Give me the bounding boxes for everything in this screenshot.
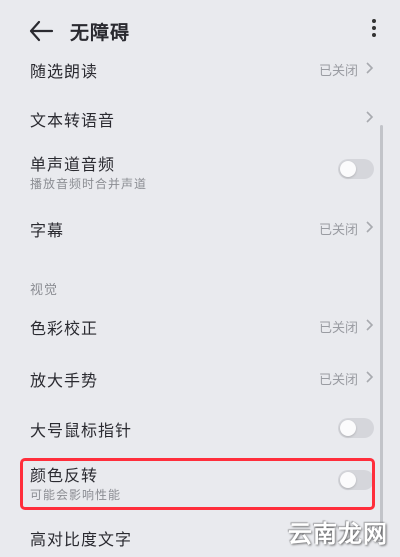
setting-value: 已关闭: [318, 321, 358, 336]
setting-select-to-speak[interactable]: 随选朗读 已关闭: [0, 52, 400, 84]
setting-magnification[interactable]: 放大手势 已关闭: [0, 360, 400, 396]
scrollbar[interactable]: [380, 125, 383, 543]
setting-color-correction[interactable]: 色彩校正 已关闭: [0, 308, 400, 344]
setting-value: 已关闭: [318, 223, 358, 238]
setting-value: 已关闭: [318, 373, 358, 388]
watermark: 云南龙网: [288, 520, 388, 548]
highlight-box: [20, 458, 375, 510]
chevron-right-icon: [366, 62, 374, 74]
chevron-right-icon: [366, 371, 374, 383]
more-vertical-icon[interactable]: [370, 16, 378, 44]
setting-label: 字幕: [30, 221, 65, 240]
setting-label: 放大手势: [30, 371, 99, 390]
setting-large-pointer[interactable]: 大号鼠标指针: [0, 410, 400, 446]
large-pointer-toggle[interactable]: [338, 418, 374, 438]
section-header-vision: 视觉: [30, 283, 59, 298]
chevron-right-icon: [366, 111, 374, 123]
toggle-knob: [340, 420, 356, 436]
back-arrow-icon[interactable]: [28, 19, 54, 43]
chevron-right-icon: [366, 319, 374, 331]
chevron-right-icon: [366, 221, 374, 233]
setting-value: 已关闭: [318, 64, 358, 79]
setting-label: 大号鼠标指针: [30, 421, 133, 440]
setting-label: 随选朗读: [30, 62, 99, 81]
setting-label: 单声道音频: [30, 155, 116, 174]
mono-audio-toggle[interactable]: [338, 159, 374, 179]
page-title: 无障碍: [70, 22, 131, 44]
toggle-knob: [340, 161, 356, 177]
setting-captions[interactable]: 字幕 已关闭: [0, 210, 400, 246]
setting-label: 文本转语音: [30, 111, 116, 130]
setting-description: 播放音频时合并声道: [30, 177, 148, 191]
setting-label: 高对比度文字: [30, 530, 133, 549]
setting-text-to-speech[interactable]: 文本转语音: [0, 100, 400, 136]
setting-label: 色彩校正: [30, 319, 99, 338]
setting-mono-audio[interactable]: 单声道音频 播放音频时合并声道: [0, 148, 400, 198]
